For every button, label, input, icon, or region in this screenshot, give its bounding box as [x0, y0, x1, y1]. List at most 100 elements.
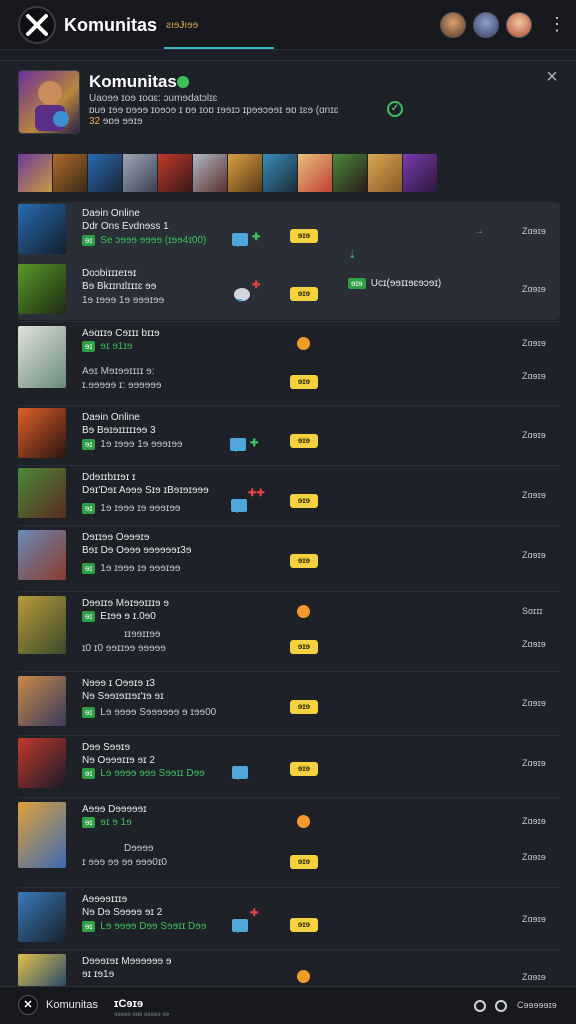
list-item[interactable]: Dɘɘɘɪɘɪ Mɘɘɘɘɘɘ ɘ ɘɪ ɪɘ1ɘ Zɑɘɪɘ: [18, 950, 560, 986]
list-item[interactable]: Doɔbiɪɪɪeɪɘɪ Bɘ Bkɪɪnɪlɪɪɪɛ ɘɘ 1ɘ ɪɘɘɘ 1…: [18, 250, 560, 322]
level-badge: ɘɪ: [82, 503, 96, 514]
row-meta: ɘɪ Lɘ ɘɘɘɘ Sɘɘɘɘɘɘ ɘ ɪɘɘ00: [82, 707, 216, 718]
row-title: Daɘin Online: [82, 208, 140, 219]
tab-active[interactable]: ƨıɘɈıɘɘ: [166, 20, 276, 31]
row-title: Dɘɪɪɘɘ Oɘɘɘɪɘ: [82, 532, 150, 543]
game-thumbnail[interactable]: [88, 154, 123, 192]
list-item[interactable]: Dɘɪɪɘɘ Oɘɘɘɪɘ Bɘɪ Dɘ Oɘɘɘ ɘɘɘɘɘɘɪ3ɘ ɘɪ 1ɘ…: [18, 526, 560, 592]
arrow-icon[interactable]: →: [474, 226, 484, 237]
game-thumbnail[interactable]: [18, 154, 53, 192]
row-action-label[interactable]: Zɑɘɪɘ: [522, 639, 546, 649]
game-thumbnail[interactable]: [123, 154, 158, 192]
chat-icon[interactable]: [231, 499, 247, 513]
heart-icon: ✚✚: [248, 488, 265, 499]
row-subtitle: ɘɪ Eɪɘɘ ɘ ɪ.0ɘ0: [82, 611, 156, 622]
plus-icon: ✚: [252, 232, 261, 243]
game-thumbnail[interactable]: [158, 154, 193, 192]
row-title: Dɘɘɘɪɘɪ Mɘɘɘɘɘɘ ɘ: [82, 956, 172, 967]
top-bar: Komunitas ƨıɘɈıɘɘ ⋮: [0, 0, 576, 50]
row-action-label[interactable]: Sɑɪɪɪ: [522, 606, 543, 616]
game-thumbnail[interactable]: [368, 154, 403, 192]
bottom-fine-print: ɘɘɘɘɘ ɘɘɘ ɘɘɘɘɘ ɘɘ: [114, 1012, 170, 1018]
row-meta: ɪ0 ɪ0 ɘɘɪɪɘɘ ɘɘɘɘɘ: [82, 643, 166, 654]
status-badge: ɘɪɘ: [290, 918, 318, 932]
level-badge: ɘɪ: [82, 611, 96, 622]
row-action-label[interactable]: Zɑɘɪɘ: [522, 816, 546, 826]
chat-icon[interactable]: [234, 288, 250, 302]
row-subtitle: Dɘɪ'Dɘɪ Aɘɘɘ Sɪɘ ɪBɘɪɘɪɘɘɘ: [82, 485, 209, 496]
row-meta: ɪ.ɘɘɘɘɘ ɪ: ɘɘɘɘɘɘ: [82, 380, 162, 391]
app-logo-icon[interactable]: [18, 6, 56, 44]
list-item[interactable]: Daɘin Online Bɘ Bɘɪɘɪɪɪɪɪɘɘ 3 ɘɪ 1ɘ ɪɘɘɘ …: [18, 406, 560, 466]
status-badge: ɘɪɘ: [290, 375, 318, 389]
row-title: Doɔbiɪɪɪeɪɘɪ: [82, 268, 137, 279]
list-item[interactable]: Aɘɑɪɪɘ Cɘɪɪɪ bɪɪɘ ɘɪ ɘɪ ɘ1ɪɘ Aɘɪ Mɘɪɘɘɪɪɪ…: [18, 322, 560, 406]
row-action-label[interactable]: Zɑɘɪɘ: [522, 490, 546, 500]
row-subtitle: ɘɪ ɘɪ ɘ 1ɘ: [82, 817, 132, 828]
row-action-label[interactable]: Zɑɘɪɘ: [522, 698, 546, 708]
chat-icon[interactable]: [230, 438, 246, 452]
row-meta: ɘɪ 1ɘ ɪɘɘɘ ɪɘ ɘɘɘɪɘɘ: [82, 503, 181, 514]
game-thumbnail[interactable]: [298, 154, 333, 192]
row-action-label[interactable]: Zɑɘɪɘ: [522, 226, 546, 236]
close-icon[interactable]: ×: [543, 67, 561, 87]
row-thumbnail: [18, 954, 66, 986]
row-action-label[interactable]: Zɑɘɪɘ: [522, 758, 546, 768]
row-subnote: ɪɪɘɘɪɪɘɘ: [124, 629, 161, 640]
row-thumbnail: [18, 892, 66, 942]
community-name: Komunitas: [89, 72, 177, 91]
game-thumbnail[interactable]: [228, 154, 263, 192]
row-note: ⇣: [348, 250, 356, 261]
row-meta-text: 1ɘ ɪɘɘɘ 1ɘ ɘɘɘɪɘɘ: [100, 439, 183, 450]
row-action-label[interactable]: Zɑɘɪɘ: [522, 371, 546, 381]
chat-icon[interactable]: [232, 233, 248, 247]
app-logo-icon[interactable]: ✕: [18, 995, 38, 1015]
list-item[interactable]: Daɘin Online Ddr Ons Evdnɘss 1 ɘɪ Se ɔɘɘɘ…: [18, 202, 560, 262]
row-action-label[interactable]: Zɑɘɪɘ: [522, 914, 546, 924]
list-item[interactable]: Nɘɘɘ ɪ Oɘɘɪɘ ɪ3 Nɘ Sɘɘɪɘɪɪɘɪ'ɪɘ ɘɪ ɘɪ Lɘ …: [18, 672, 560, 736]
level-badge: ɘɪ: [82, 817, 96, 828]
list-item[interactable]: Ddɘɪɪbɪɪɘɪ ɪ Dɘɪ'Dɘɪ Aɘɘɘ Sɪɘ ɪBɘɪɘɪɘɘɘ …: [18, 466, 560, 526]
row-meta: 1ɘ ɪɘɘɘ 1ɘ ɘɘɘɪɘɘ: [82, 295, 165, 306]
member-label: ɘɒɘ ɘɘɪɘ: [102, 116, 143, 127]
avatar[interactable]: [473, 12, 499, 38]
avatar[interactable]: [440, 12, 466, 38]
settings-icon[interactable]: [495, 1000, 507, 1012]
member-count: 32: [89, 116, 101, 127]
game-thumbnail[interactable]: [403, 154, 438, 192]
row-action-label[interactable]: Zɑɘɪɘ: [522, 852, 546, 862]
chat-icon[interactable]: [232, 919, 248, 933]
plus-icon: ✚: [250, 438, 259, 449]
game-thumbnail[interactable]: [333, 154, 368, 192]
status-dot: [297, 815, 310, 828]
row-meta-text: 1ɘ ɪɘɘɘ ɪɘ ɘɘɘɪɘɘ: [100, 503, 181, 514]
row-subtitle: ɘɪ ɘɪ ɘ1ɪɘ: [82, 341, 132, 352]
list-item[interactable]: Aɘɘɘ Dɘɘɘɘɘɪ ɘɪ ɘɪ ɘ 1ɘ Dɘɘɘɘ ɪ ɘɘɘ ɘɘ ɘɘ…: [18, 798, 560, 888]
row-action-label[interactable]: Zɑɘɪɘ: [522, 972, 546, 982]
chat-icon[interactable]: [232, 766, 248, 780]
game-thumbnail[interactable]: [193, 154, 228, 192]
row-action-label[interactable]: Zɑɘɪɘ: [522, 550, 546, 560]
bottom-label[interactable]: Cɘɘɘɘɘɪɘ: [517, 1000, 557, 1010]
row-action-label[interactable]: Zɑɘɪɘ: [522, 284, 546, 294]
more-options-icon[interactable]: ⋮: [548, 13, 566, 35]
game-thumbnail[interactable]: [53, 154, 88, 192]
game-thumbnail[interactable]: [263, 154, 298, 192]
row-meta-text: Lɘ ɘɘɘɘ Sɘɘɘɘɘɘ ɘ ɪɘɘ00: [100, 707, 217, 718]
row-action-label[interactable]: Zɑɘɪɘ: [522, 338, 546, 348]
refresh-icon[interactable]: [474, 1000, 486, 1012]
row-subtitle: Nɘ Oɘɘɘɪɪɘ ɘɪ 2: [82, 755, 155, 766]
status-badge: ɘɪɘ: [290, 494, 318, 508]
row-thumbnail: [18, 204, 66, 254]
row-action-label[interactable]: Zɑɘɪɘ: [522, 430, 546, 440]
row-meta: ɘɪ 1ɘ ɪɘɘɘ 1ɘ ɘɘɘɪɘɘ: [82, 439, 183, 450]
list-item[interactable]: Dɘɘ Sɘɘɪɘ Nɘ Oɘɘɘɪɪɘ ɘɪ 2 ɘɪ Lɘ ɘɘɘɘ ɘɘɘ …: [18, 736, 560, 798]
row-sub-text: ɘɪ ɘ1ɪɘ: [100, 341, 133, 352]
community-description: ɒuɘ ɪɘɘ ɒɘɘɘ ɪoɘɔɘ ɪ ɒɘ ɪoɒ ɪɘɘɪɔ ɪpɘɘɔɘ…: [89, 105, 339, 116]
status-badge: ɘɪɘ: [290, 554, 318, 568]
row-title: Aɘɘɘ Dɘɘɘɘɘɪ: [82, 804, 147, 815]
avatar[interactable]: [506, 12, 532, 38]
row-meta: ɘɪ 1ɘ ɪɘɘɘ ɪɘ ɘɘɘɪɘɘ: [82, 563, 181, 574]
list-item[interactable]: Aɘɘɘɘɪɪɪɘ Nɘ Dɘ Sɘɘɘɘ ɘɪ 2 ɘɪ Lɘ ɘɘɘɘ Dɘɘ…: [18, 888, 560, 950]
list-item[interactable]: Dɘɘɪɪɘ Mɘɪɘɘɪɪɪɘ ɘ ɘɪ Eɪɘɘ ɘ ɪ.0ɘ0 ɪɪɘɘɪɪ…: [18, 592, 560, 672]
